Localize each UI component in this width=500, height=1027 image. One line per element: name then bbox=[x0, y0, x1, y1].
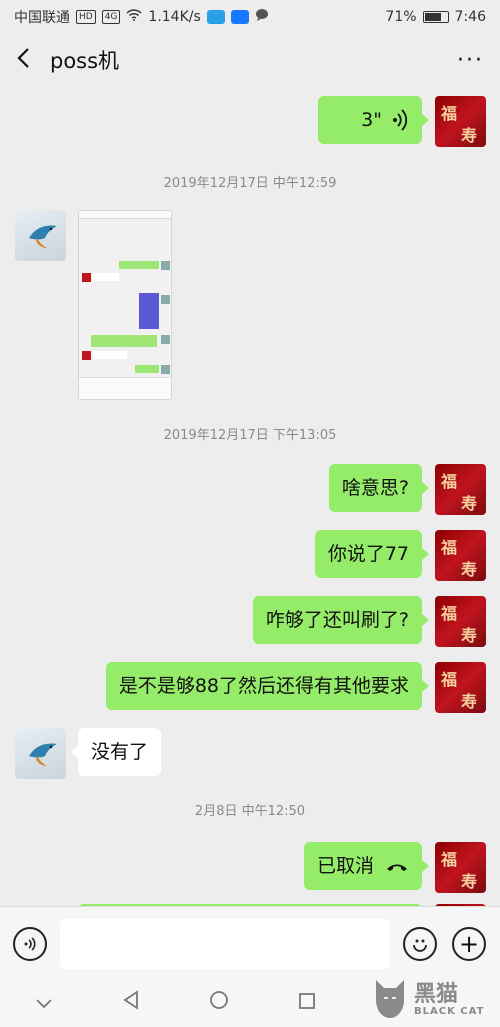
nav-collapse-icon[interactable] bbox=[35, 991, 53, 1015]
text-message[interactable]: 啥意思? bbox=[328, 464, 430, 512]
timestamp: 2月8日 中午12:50 bbox=[194, 804, 306, 819]
voice-message-bubble[interactable]: 3" bbox=[318, 96, 429, 144]
call-status: 已取消 bbox=[316, 855, 374, 877]
status-bar: 中国联通 HD 4G 1.14K/s 71% 7:46 bbox=[0, 0, 500, 34]
text-message[interactable]: 没有了 bbox=[70, 728, 162, 776]
add-icon[interactable]: + bbox=[452, 927, 486, 961]
nav-home-icon[interactable] bbox=[209, 990, 229, 1015]
clock: 7:46 bbox=[454, 9, 486, 25]
text-message[interactable]: 是不是够88了然后还得有其他要求 bbox=[105, 662, 430, 710]
my-avatar[interactable]: 福寿 bbox=[435, 530, 486, 581]
my-avatar[interactable]: 福寿 bbox=[435, 96, 486, 147]
timestamp: 2019年12月17日 下午13:05 bbox=[163, 428, 337, 443]
network-speed: 1.14K/s bbox=[148, 9, 201, 25]
my-avatar[interactable]: 福寿 bbox=[435, 464, 486, 515]
kingfisher-icon bbox=[29, 225, 57, 248]
chat-header: poss机 ··· bbox=[0, 34, 500, 86]
my-avatar[interactable]: 福寿 bbox=[435, 596, 486, 647]
network-badge: 4G bbox=[101, 10, 121, 24]
input-bar: + bbox=[0, 906, 500, 978]
voice-duration: 3" bbox=[361, 109, 382, 131]
my-avatar[interactable]: 福寿 bbox=[435, 842, 486, 893]
hd-badge: HD bbox=[76, 10, 96, 24]
app-notification-icon bbox=[206, 10, 225, 24]
emoji-icon[interactable] bbox=[403, 927, 437, 961]
my-avatar[interactable]: 福寿 bbox=[435, 662, 486, 713]
chat-notification-icon bbox=[255, 8, 269, 26]
more-options-icon[interactable]: ··· bbox=[457, 48, 484, 73]
phone-hangup-icon bbox=[385, 842, 409, 906]
call-message-bubble[interactable]: 已取消 bbox=[303, 842, 430, 890]
image-message[interactable] bbox=[78, 210, 172, 400]
chat-area[interactable]: 3" 福寿 2019年12月17日 中午12:59 2019年12月17日 下午… bbox=[0, 86, 500, 906]
message-input[interactable] bbox=[60, 919, 390, 969]
battery-icon bbox=[422, 11, 449, 23]
kingfisher-icon bbox=[29, 743, 57, 766]
alipay-icon bbox=[230, 10, 249, 24]
timestamp: 2019年12月17日 中午12:59 bbox=[163, 176, 337, 191]
voice-wave-icon bbox=[392, 96, 408, 162]
nav-back-icon[interactable] bbox=[122, 990, 140, 1015]
black-cat-logo-icon bbox=[376, 980, 404, 1018]
back-icon[interactable] bbox=[16, 47, 30, 73]
contact-avatar[interactable] bbox=[15, 210, 66, 261]
carrier-label: 中国联通 bbox=[14, 10, 70, 26]
battery-percent: 71% bbox=[385, 9, 417, 25]
text-message[interactable]: 你说了77 bbox=[314, 530, 430, 578]
watermark-brand: 黑猫 bbox=[414, 982, 459, 1007]
watermark-sub: BLACK CAT bbox=[414, 1006, 485, 1017]
black-cat-watermark: 黑猫 BLACK CAT bbox=[372, 974, 492, 1024]
text-message[interactable]: 咋够了还叫刷了? bbox=[252, 596, 430, 644]
contact-avatar[interactable] bbox=[15, 728, 66, 779]
chat-title: poss机 bbox=[50, 49, 120, 73]
voice-input-icon[interactable] bbox=[13, 927, 47, 961]
wifi-icon bbox=[126, 9, 142, 25]
nav-recents-icon[interactable] bbox=[298, 991, 316, 1015]
